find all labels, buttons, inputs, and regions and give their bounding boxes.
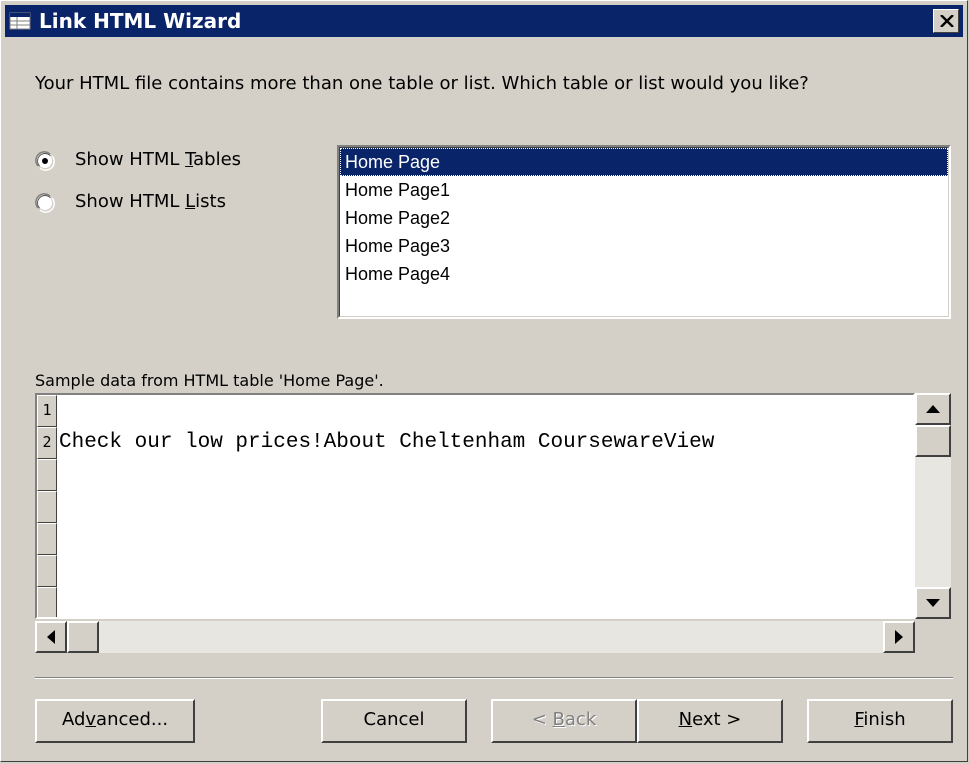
table-listbox[interactable]: Home Page Home Page1 Home Page2 Home Pag…: [337, 145, 951, 319]
radio-unselected-icon: [35, 193, 55, 213]
arrow-left-icon: [47, 630, 55, 644]
sample-row-2: Check our low prices!About Cheltenham Co…: [59, 431, 715, 454]
row-header-empty: [37, 491, 57, 523]
wizard-window: Link HTML Wizard Your HTML file contains…: [0, 0, 968, 762]
arrow-up-icon: [926, 405, 940, 413]
horizontal-scrollbar[interactable]: [35, 621, 915, 653]
table-icon: [9, 12, 31, 30]
list-item-home-page1[interactable]: Home Page1: [340, 176, 948, 204]
scroll-up-button[interactable]: [915, 393, 951, 425]
show-lists-label: Show HTML Lists: [75, 191, 226, 212]
sample-data-grid[interactable]: 1 2 Check our low prices!About Cheltenha…: [35, 393, 915, 619]
finish-button[interactable]: Finish: [807, 699, 953, 743]
back-button[interactable]: < Back: [491, 699, 637, 743]
row-header-empty: [37, 459, 57, 491]
row-number-2: 2: [37, 427, 57, 459]
close-icon: [940, 15, 954, 27]
row-header-empty: [37, 587, 57, 617]
title-bar[interactable]: Link HTML Wizard: [5, 5, 963, 37]
arrow-right-icon: [895, 630, 903, 644]
list-item-home-page4[interactable]: Home Page4: [340, 260, 948, 288]
scroll-thumb[interactable]: [915, 425, 951, 457]
scroll-thumb-horizontal[interactable]: [67, 621, 99, 653]
separator: [35, 677, 953, 679]
close-button[interactable]: [933, 9, 959, 33]
prompt-text: Your HTML file contains more than one ta…: [35, 73, 809, 94]
advanced-button[interactable]: Advanced...: [35, 699, 195, 743]
row-header-column: 1 2: [37, 395, 57, 617]
vertical-scrollbar[interactable]: [915, 393, 951, 619]
cancel-button[interactable]: Cancel: [321, 699, 467, 743]
radio-selected-icon: [35, 151, 55, 171]
scroll-down-button[interactable]: [915, 587, 951, 619]
list-item-home-page[interactable]: Home Page: [340, 148, 948, 176]
row-number-1: 1: [37, 395, 57, 427]
scroll-left-button[interactable]: [35, 621, 67, 653]
next-button[interactable]: Next >: [637, 699, 783, 743]
sample-data-label: Sample data from HTML table 'Home Page'.: [35, 371, 384, 390]
scroll-right-button[interactable]: [883, 621, 915, 653]
show-tables-label: Show HTML Tables: [75, 149, 242, 170]
row-header-empty: [37, 555, 57, 587]
arrow-down-icon: [926, 599, 940, 607]
row-header-empty: [37, 523, 57, 555]
list-item-home-page2[interactable]: Home Page2: [340, 204, 948, 232]
list-item-home-page3[interactable]: Home Page3: [340, 232, 948, 260]
window-title: Link HTML Wizard: [39, 9, 242, 33]
